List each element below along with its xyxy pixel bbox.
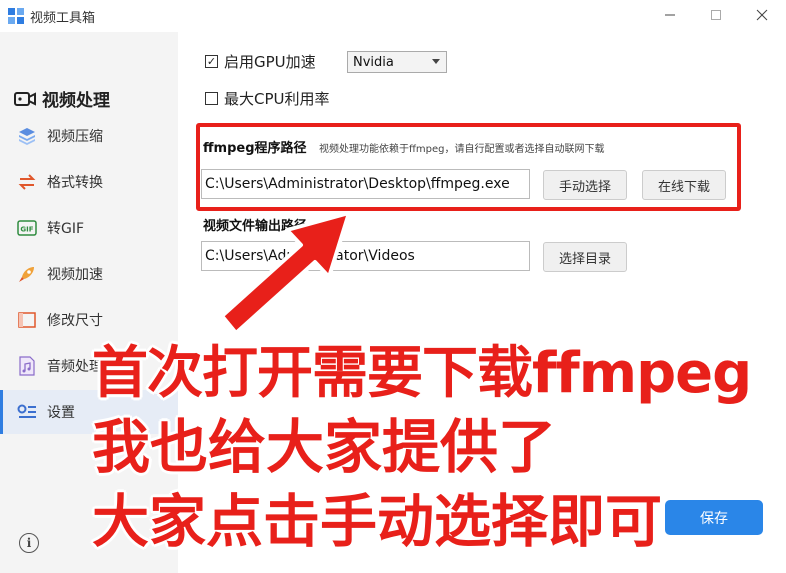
- app-logo-icon: [8, 8, 24, 24]
- save-button[interactable]: 保存: [665, 500, 763, 535]
- minimize-button[interactable]: [648, 0, 692, 30]
- output-path-title: 视频文件输出路径: [203, 219, 308, 234]
- sidebar-item-convert[interactable]: 格式转换: [0, 160, 178, 204]
- annotation-text-line1: 首次打开需要下载ffmpeg: [92, 341, 752, 406]
- close-icon: [756, 9, 768, 21]
- sidebar-section-title: 视频处理: [14, 86, 110, 111]
- settings-list-icon: [16, 401, 38, 423]
- window-title: 视频工具箱: [30, 11, 96, 26]
- empty-checkbox-icon: [205, 92, 218, 105]
- close-button[interactable]: [740, 0, 784, 30]
- chevron-down-icon: [432, 59, 440, 64]
- online-download-button[interactable]: 在线下载: [642, 170, 726, 200]
- max-cpu-checkbox[interactable]: 最大CPU利用率: [205, 88, 330, 109]
- output-path-input[interactable]: C:\Users\Administrator\Videos: [201, 241, 530, 271]
- sidebar-item-gif[interactable]: GIF 转GIF: [0, 206, 178, 250]
- ffmpeg-path-hint: 视频处理功能依赖于ffmpeg，请自行配置或者选择自动联网下载: [319, 144, 605, 155]
- sidebar-item-label: 转GIF: [47, 221, 85, 237]
- annotation-text-line3: 大家点击手动选择即可: [92, 489, 662, 555]
- gpu-acceleration-checkbox[interactable]: ✓ 启用GPU加速: [205, 51, 316, 72]
- ffmpeg-path-title: ffmpeg程序路径: [203, 141, 307, 156]
- info-icon[interactable]: i: [19, 533, 39, 553]
- video-camera-icon: [14, 91, 36, 106]
- maximize-icon: [711, 10, 721, 20]
- gif-icon: GIF: [16, 217, 38, 239]
- rocket-icon: [16, 263, 38, 285]
- music-file-icon: [16, 355, 38, 377]
- maximize-button[interactable]: [694, 0, 738, 30]
- swap-arrows-icon: [16, 171, 38, 193]
- minimize-icon: [665, 14, 675, 16]
- sidebar-item-speed[interactable]: 视频加速: [0, 252, 178, 296]
- sidebar-item-compress[interactable]: 视频压缩: [0, 114, 178, 158]
- sidebar-item-label: 格式转换: [47, 175, 103, 191]
- choose-directory-button[interactable]: 选择目录: [543, 242, 627, 272]
- gpu-vendor-select[interactable]: Nvidia: [347, 51, 447, 73]
- sidebar-item-label: 视频加速: [47, 267, 103, 283]
- ffmpeg-path-input[interactable]: C:\Users\Administrator\Desktop\ffmpeg.ex…: [201, 169, 530, 199]
- layers-icon: [16, 125, 38, 147]
- sidebar-item-label: 设置: [47, 405, 75, 421]
- max-cpu-label: 最大CPU利用率: [224, 90, 330, 108]
- sidebar-item-label: 修改尺寸: [47, 313, 103, 329]
- svg-text:GIF: GIF: [20, 226, 33, 234]
- annotation-text-line2: 我也给大家提供了: [92, 413, 557, 481]
- title-bar: 视频工具箱: [0, 0, 786, 32]
- resize-icon: [16, 309, 38, 331]
- gpu-acceleration-label: 启用GPU加速: [224, 53, 316, 71]
- sidebar-item-label: 视频压缩: [47, 129, 103, 145]
- checkmark-icon: ✓: [205, 55, 218, 68]
- manual-select-button[interactable]: 手动选择: [543, 170, 627, 200]
